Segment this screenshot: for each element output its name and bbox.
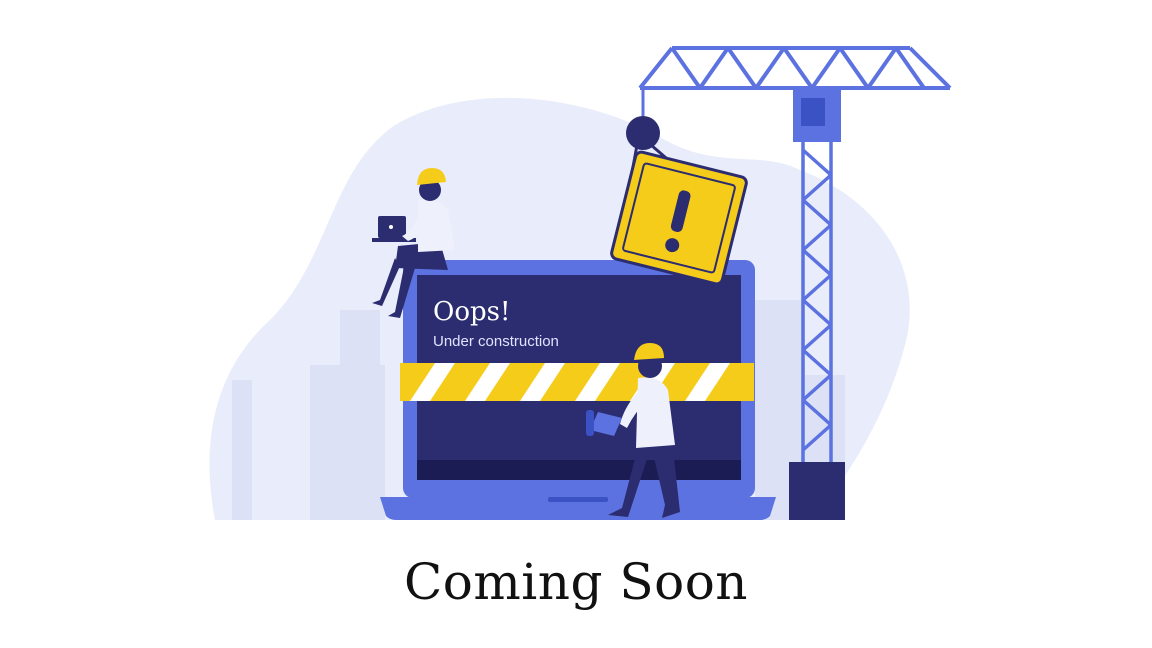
screen-title: Oops!	[433, 297, 510, 327]
caution-tape	[400, 363, 754, 401]
construction-illustration: Oops! Under construction	[209, 46, 952, 521]
screen-subtitle: Under construction	[433, 333, 559, 350]
coming-soon-page: Oops! Under construction Coming Soon	[0, 0, 1152, 648]
coming-soon-heading: Coming Soon	[403, 553, 749, 611]
